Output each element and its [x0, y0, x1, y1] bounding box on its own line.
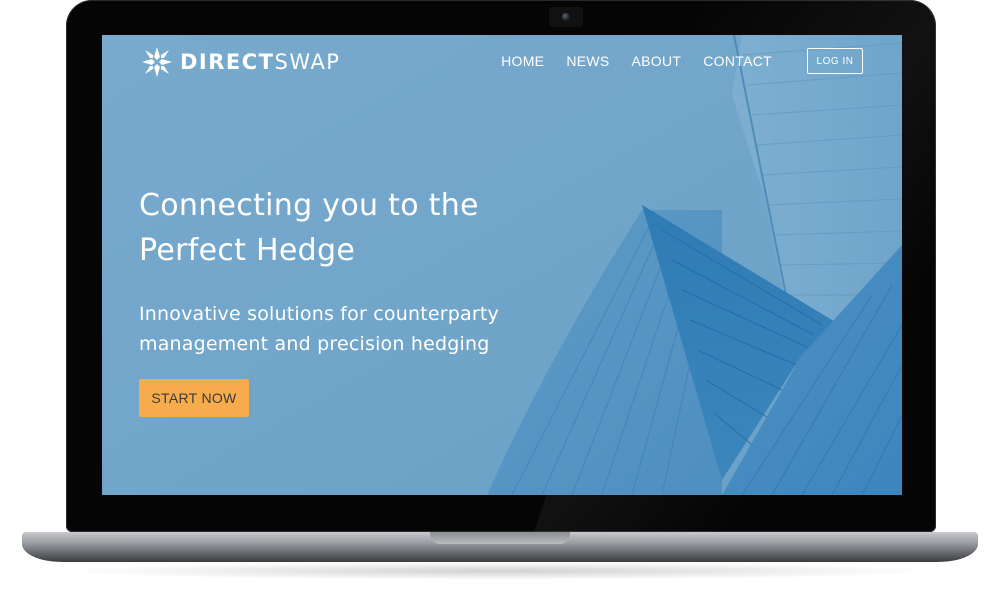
- laptop-base-notch: [430, 532, 570, 544]
- nav-link-news[interactable]: NEWS: [566, 53, 609, 69]
- login-button[interactable]: LOG IN: [807, 48, 863, 74]
- start-now-button[interactable]: START NOW: [139, 379, 249, 417]
- camera-icon: [549, 7, 583, 27]
- nav-link-home[interactable]: HOME: [501, 53, 544, 69]
- laptop-screen: DIRECTSWAP HOME NEWS ABOUT CONTACT LOG I…: [102, 35, 902, 495]
- hero-title-line-2: Perfect Hedge: [139, 233, 356, 268]
- nav-link-contact[interactable]: CONTACT: [703, 53, 772, 69]
- star-burst-icon: [142, 47, 172, 77]
- brand-name: DIRECTSWAP: [180, 50, 340, 74]
- brand-name-light: SWAP: [274, 50, 341, 74]
- hero-subtitle-line-1: Innovative solutions for counterparty: [139, 303, 499, 325]
- laptop-mockup: DIRECTSWAP HOME NEWS ABOUT CONTACT LOG I…: [0, 0, 1000, 597]
- brand-logo[interactable]: DIRECTSWAP: [140, 45, 340, 79]
- laptop-shadow: [60, 562, 940, 580]
- laptop-base: [22, 532, 978, 562]
- site-header: DIRECTSWAP HOME NEWS ABOUT CONTACT LOG I…: [102, 35, 902, 95]
- hero-title-line-1: Connecting you to the: [139, 188, 479, 223]
- brand-name-bold: DIRECT: [180, 50, 275, 74]
- nav-link-about[interactable]: ABOUT: [632, 53, 682, 69]
- camera-lens: [562, 13, 570, 21]
- hero-title: Connecting you to the Perfect Hedge: [139, 183, 559, 273]
- main-nav: HOME NEWS ABOUT CONTACT: [501, 53, 772, 69]
- hero-subtitle: Innovative solutions for counterparty man…: [139, 299, 579, 359]
- hero-subtitle-line-2: management and precision hedging: [139, 333, 490, 355]
